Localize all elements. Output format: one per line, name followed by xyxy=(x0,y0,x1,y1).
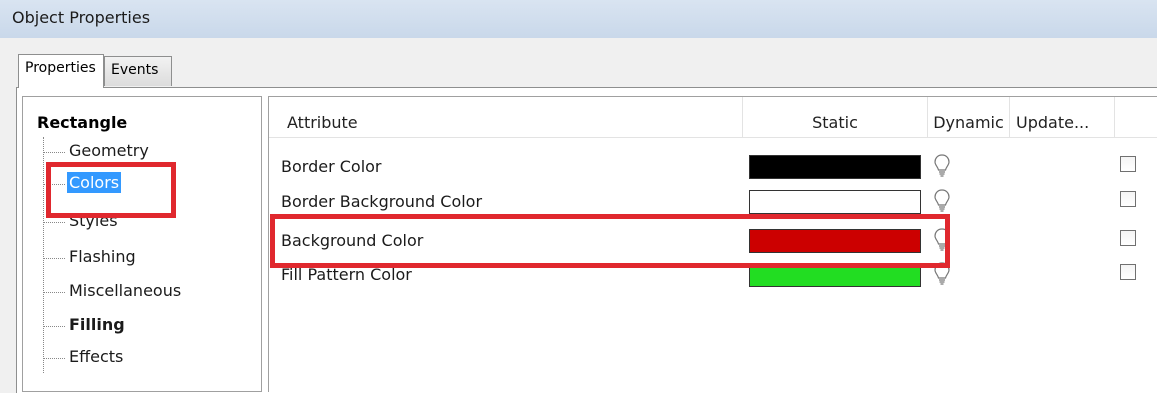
static-color-swatch[interactable] xyxy=(749,229,921,253)
column-header-update[interactable]: Update... xyxy=(1010,97,1115,137)
grid-header: Attribute Static Dynamic Update... xyxy=(269,97,1157,138)
lightbulb-icon[interactable] xyxy=(933,153,951,179)
tree-item-label: Effects xyxy=(69,347,124,366)
tree-root-rectangle[interactable]: Rectangle xyxy=(37,113,127,132)
attribute-row[interactable]: Border Color xyxy=(269,153,1157,180)
attribute-name: Border Color xyxy=(281,157,382,176)
static-color-swatch[interactable] xyxy=(749,155,921,179)
tree-connector-line xyxy=(43,137,44,373)
column-header-dynamic[interactable]: Dynamic xyxy=(928,97,1010,137)
update-checkbox[interactable] xyxy=(1120,156,1136,172)
property-category-tree: Rectangle Geometry Colors Styles Flashin… xyxy=(22,96,262,392)
attribute-grid: Attribute Static Dynamic Update... Borde… xyxy=(268,96,1157,392)
attribute-row[interactable]: Fill Pattern Color xyxy=(269,261,1157,288)
title-bar: Object Properties xyxy=(0,0,1157,39)
tree-item-label: Styles xyxy=(69,211,118,230)
column-header-static[interactable]: Static xyxy=(743,97,928,137)
tree-item-label: Miscellaneous xyxy=(69,281,182,300)
attribute-row[interactable]: Border Background Color xyxy=(269,188,1157,215)
tree-item-label: Colors xyxy=(67,172,122,193)
column-header-attribute[interactable]: Attribute xyxy=(269,97,743,137)
attribute-name: Fill Pattern Color xyxy=(281,265,412,284)
lightbulb-icon[interactable] xyxy=(933,227,951,253)
lightbulb-icon[interactable] xyxy=(933,261,951,287)
update-checkbox[interactable] xyxy=(1120,191,1136,207)
attribute-name: Background Color xyxy=(281,231,424,250)
tree-item-label: Geometry xyxy=(69,141,149,160)
attribute-name: Border Background Color xyxy=(281,192,483,211)
tree-item-label: Flashing xyxy=(69,247,136,266)
tab-strip: Properties Events xyxy=(0,38,1157,88)
static-color-swatch[interactable] xyxy=(749,263,921,287)
static-color-swatch[interactable] xyxy=(749,190,921,214)
window-title: Object Properties xyxy=(12,8,151,27)
tab-properties[interactable]: Properties xyxy=(18,54,104,88)
lightbulb-icon[interactable] xyxy=(933,188,951,214)
tab-events[interactable]: Events xyxy=(104,56,172,86)
update-checkbox[interactable] xyxy=(1120,264,1136,280)
tree-item-label: Filling xyxy=(69,315,125,334)
attribute-row[interactable]: Background Color xyxy=(269,227,1157,254)
object-properties-window: Object Properties Properties Events Rect… xyxy=(0,0,1157,393)
update-checkbox[interactable] xyxy=(1120,230,1136,246)
